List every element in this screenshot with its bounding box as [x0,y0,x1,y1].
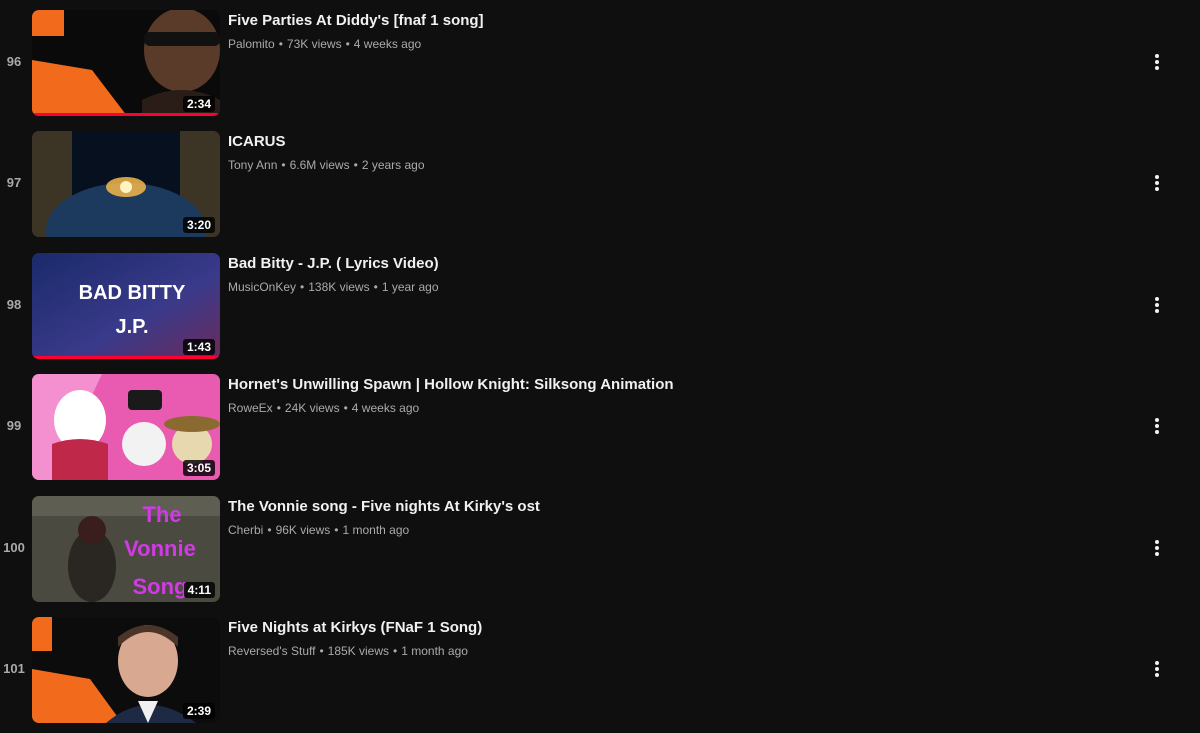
duration-badge: 2:34 [182,96,215,112]
upload-age: 2 years ago [361,158,425,172]
separator-dot: • [276,401,281,415]
duration-badge: 3:20 [182,217,215,233]
watch-progress-bar [32,356,220,359]
separator-dot: • [343,401,348,415]
view-count: 185K views [327,644,390,658]
more-vert-icon[interactable] [1145,293,1169,317]
separator-dot: • [373,280,378,294]
video-title[interactable]: Bad Bitty - J.P. ( Lyrics Video) [228,254,1108,274]
row-index: 99 [6,418,22,433]
video-title[interactable]: ICARUS [228,132,1108,152]
channel-name[interactable]: Tony Ann [228,158,277,172]
video-title[interactable]: Hornet's Unwilling Spawn | Hollow Knight… [228,375,1108,395]
row-index: 100 [3,540,25,555]
playlist-row[interactable]: 97 3:20 ICARUS Tony Ann • 6.6M views • 2 yea… [0,131,1200,239]
thumbnail-text: J.P. [116,316,149,338]
separator-dot: • [319,644,324,658]
separator-dot: • [345,37,350,51]
video-thumbnail[interactable]: 2:39 [32,617,220,723]
row-index: 96 [6,54,22,69]
video-meta: Bad Bitty - J.P. ( Lyrics Video) MusicOn… [228,254,1108,295]
separator-dot: • [267,523,272,537]
video-subline: RoweEx • 24K views • 4 weeks ago [228,400,1108,416]
video-title[interactable]: Five Parties At Diddy's [fnaf 1 song] [228,11,1108,31]
video-thumbnail[interactable]: 2:34 [32,10,220,116]
video-meta: ICARUS Tony Ann • 6.6M views • 2 years ago [228,132,1108,173]
watch-progress-bar [32,113,220,116]
thumbnail-text: The [142,502,181,527]
view-count: 24K views [284,401,340,415]
row-index: 101 [3,661,25,676]
separator-dot: • [353,158,358,172]
view-count: 96K views [275,523,331,537]
video-meta: Five Nights at Kirkys (FNaF 1 Song) Reve… [228,618,1108,659]
row-index: 97 [6,175,22,190]
video-thumbnail[interactable]: 3:20 [32,131,220,237]
separator-dot: • [393,644,398,658]
view-count: 6.6M views [289,158,350,172]
separator-dot: • [300,280,305,294]
video-subline: Tony Ann • 6.6M views • 2 years ago [228,157,1108,173]
channel-name[interactable]: Palomito [228,37,275,51]
upload-age: 4 weeks ago [351,401,420,415]
upload-age: 1 year ago [381,280,439,294]
upload-age: 1 month ago [401,644,468,658]
playlist-row[interactable]: 99 3:05 Hornet's Unwilling Spawn | Hollo… [0,374,1200,482]
channel-name[interactable]: MusicOnKey [228,280,296,294]
thumbnail-text: Song [133,574,188,599]
playlist-row[interactable]: 98 BAD BITTY J.P. 1:43 Bad Bitty - J.P. … [0,253,1200,361]
more-vert-icon[interactable] [1145,536,1169,560]
video-subline: Cherbi • 96K views • 1 month ago [228,522,1108,538]
video-title[interactable]: Five Nights at Kirkys (FNaF 1 Song) [228,618,1108,638]
more-vert-icon[interactable] [1145,50,1169,74]
row-index: 98 [6,297,22,312]
video-meta: Five Parties At Diddy's [fnaf 1 song] Pa… [228,11,1108,52]
playlist-row[interactable]: 96 2:34 Five Parties At Diddy's [fnaf 1 … [0,10,1200,118]
video-subline: Palomito • 73K views • 4 weeks ago [228,36,1108,52]
more-vert-icon[interactable] [1145,171,1169,195]
video-subline: MusicOnKey • 138K views • 1 year ago [228,279,1108,295]
channel-name[interactable]: Reversed's Stuff [228,644,315,658]
video-thumbnail[interactable]: BAD BITTY J.P. 1:43 [32,253,220,359]
view-count: 73K views [286,37,342,51]
video-meta: The Vonnie song - Five nights At Kirky's… [228,497,1108,538]
duration-badge: 1:43 [182,339,215,355]
video-title[interactable]: The Vonnie song - Five nights At Kirky's… [228,497,1108,517]
playlist: 96 2:34 Five Parties At Diddy's [fnaf 1 … [0,0,1200,733]
duration-badge: 2:39 [182,703,215,719]
channel-name[interactable]: Cherbi [228,523,263,537]
duration-badge: 4:11 [183,582,215,598]
separator-dot: • [278,37,283,51]
upload-age: 1 month ago [342,523,410,537]
playlist-row[interactable]: 100 The Vonnie Song 4:11 The Vonnie song… [0,496,1200,604]
thumbnail-text: BAD BITTY [79,282,186,304]
view-count: 138K views [308,280,370,294]
upload-age: 4 weeks ago [353,37,422,51]
thumbnail-text: Vonnie [124,536,196,561]
channel-name[interactable]: RoweEx [228,401,273,415]
video-subline: Reversed's Stuff • 185K views • 1 month ago [228,643,1108,659]
more-vert-icon[interactable] [1145,414,1169,438]
video-thumbnail[interactable]: 3:05 [32,374,220,480]
more-vert-icon[interactable] [1145,657,1169,681]
video-meta: Hornet's Unwilling Spawn | Hollow Knight… [228,375,1108,416]
separator-dot: • [334,523,339,537]
video-thumbnail[interactable]: The Vonnie Song 4:11 [32,496,220,602]
duration-badge: 3:05 [182,460,215,476]
separator-dot: • [281,158,286,172]
playlist-row[interactable]: 101 2:39 Five Nights at Kirkys (FNaF 1 S… [0,617,1200,725]
